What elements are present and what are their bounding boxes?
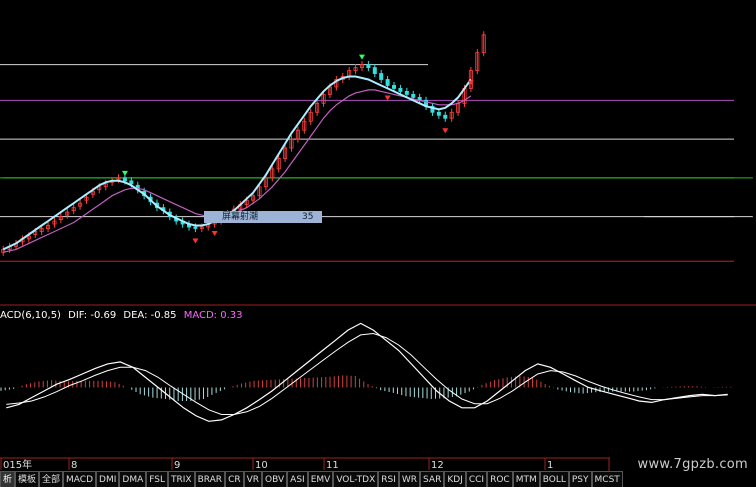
tab-16[interactable]: WR xyxy=(398,471,421,487)
date-label-2: 9 xyxy=(174,460,180,471)
sell-arrow-3 xyxy=(358,54,365,60)
date-label-3: 10 xyxy=(255,460,268,471)
tab-7[interactable]: TRIX xyxy=(168,471,195,487)
candle-body-59 xyxy=(379,73,384,80)
tab-10[interactable]: VR xyxy=(243,471,263,487)
candle-body-57 xyxy=(366,64,371,68)
date-label-5: 12 xyxy=(431,460,444,471)
candle-body-60 xyxy=(385,79,390,86)
candle-body-19 xyxy=(122,177,127,182)
popup-value: 35 xyxy=(302,212,314,222)
candle-body-69 xyxy=(443,114,448,119)
screen-tip-popup: 屏幕射潮 35 xyxy=(204,211,322,223)
sell-arrow-0 xyxy=(121,170,128,176)
tab-21[interactable]: MTM xyxy=(512,471,540,487)
tab-23[interactable]: PSY xyxy=(568,471,592,487)
tab-12[interactable]: ASI xyxy=(287,471,308,487)
candle-body-63 xyxy=(404,91,409,95)
tab-2[interactable]: 全部 xyxy=(39,471,64,487)
candle-body-61 xyxy=(392,85,397,89)
chart-window: 015年 8 9 10 11 12 1 屏幕射潮 35 ACD(6,10,5) DIF: -… xyxy=(0,0,756,487)
tab-19[interactable]: CCI xyxy=(465,471,488,487)
tab-0[interactable]: 析 xyxy=(0,471,16,487)
dea-value: DEA: -0.85 xyxy=(123,310,177,321)
tab-18[interactable]: KDJ xyxy=(444,471,466,487)
tab-3[interactable]: MACD xyxy=(63,471,97,487)
macd-value: MACD: 0.33 xyxy=(183,310,243,321)
tab-15[interactable]: RSI xyxy=(378,471,399,487)
tab-4[interactable]: DMI xyxy=(96,471,120,487)
date-label-4: 11 xyxy=(326,460,339,471)
macd-header: ACD(6,10,5) DIF: -0.69 DEA: -0.85 MACD: … xyxy=(0,310,246,321)
ma-long-line xyxy=(3,89,472,253)
candle-body-64 xyxy=(411,94,416,98)
tab-22[interactable]: BOLL xyxy=(539,471,569,487)
candle-body-62 xyxy=(398,88,403,92)
tab-17[interactable]: SAR xyxy=(420,471,445,487)
dea-line xyxy=(6,332,728,415)
indicator-tab-bar: 析模板 全部 MACD DMI DMA FSL TRIX BRAR CR VR OBV ASI EMV V… xyxy=(0,471,623,487)
tab-1[interactable]: 模板 xyxy=(15,471,40,487)
popup-label: 屏幕射潮 xyxy=(222,212,259,222)
tab-5[interactable]: DMA xyxy=(119,471,147,487)
tab-24[interactable]: MCST xyxy=(591,471,623,487)
dif-value: DIF: -0.69 xyxy=(68,310,117,321)
tab-14[interactable]: VOL-TDX xyxy=(333,471,379,487)
tab-8[interactable]: BRAR xyxy=(194,471,226,487)
date-label-1: 8 xyxy=(71,460,77,471)
buy-arrow-1 xyxy=(192,238,199,244)
candle-body-68 xyxy=(436,111,441,116)
buy-arrow-2 xyxy=(211,231,218,237)
candle-body-58 xyxy=(372,67,377,74)
candle-body-20 xyxy=(129,180,134,185)
tab-20[interactable]: ROC xyxy=(487,471,513,487)
date-label-0: 015年 xyxy=(3,458,32,471)
tab-13[interactable]: EMV xyxy=(307,471,334,487)
candle-body-30 xyxy=(193,226,198,229)
tab-6[interactable]: FSL xyxy=(146,471,168,487)
buy-arrow-5 xyxy=(442,128,449,134)
tab-9[interactable]: CR xyxy=(225,471,244,487)
stock-chart: 015年 8 9 10 11 12 1 xyxy=(0,0,756,471)
dif-line xyxy=(6,322,728,422)
tab-11[interactable]: OBV xyxy=(262,471,288,487)
date-label-6: 1 xyxy=(547,460,553,471)
buy-arrow-4 xyxy=(384,95,391,101)
macd-name: ACD(6,10,5) xyxy=(0,310,61,321)
ma-short-line xyxy=(2,75,472,251)
watermark: www.7gpzb.com xyxy=(637,457,748,472)
